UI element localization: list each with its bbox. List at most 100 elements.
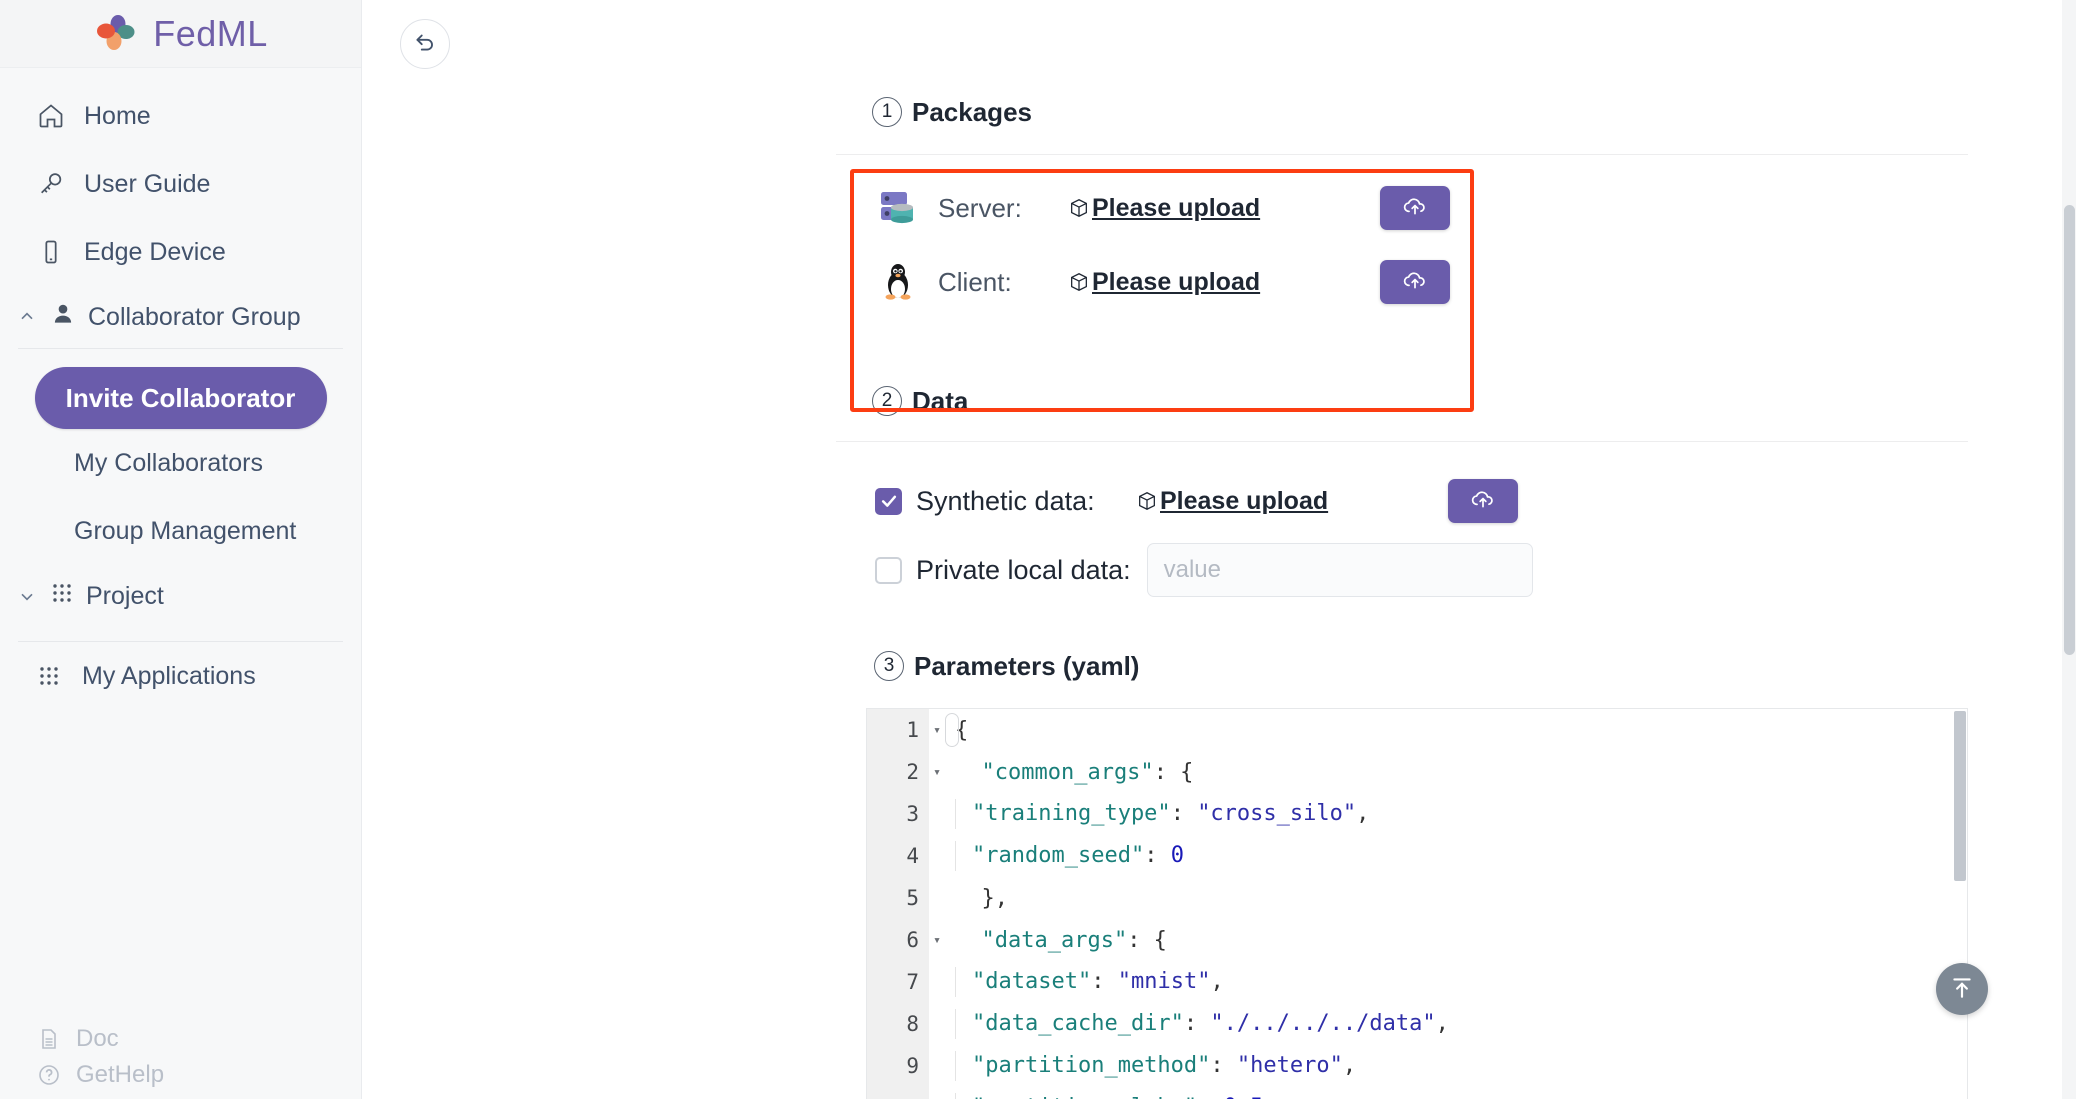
- sidebar-group-project[interactable]: Project: [0, 565, 361, 627]
- code-token: :: [1170, 801, 1198, 826]
- indent-guide: [955, 799, 956, 829]
- code-line: 2 ▾ "common_args": {: [867, 751, 1967, 793]
- sidebar-footer-label: GetHelp: [76, 1061, 165, 1088]
- code-token: :: [1210, 1053, 1237, 1078]
- yaml-code-editor[interactable]: 1 ▾{2 ▾ "common_args": {3 "training_type": …: [866, 708, 1968, 1099]
- synthetic-data-upload-link[interactable]: Please upload: [1136, 487, 1328, 516]
- sidebar-item-label: User Guide: [84, 169, 211, 198]
- editor-scrollbar-thumb[interactable]: [1954, 711, 1966, 881]
- section-header-packages: 1 Packages: [362, 88, 2076, 136]
- code-fold-toggle-icon[interactable]: ▾: [929, 933, 945, 948]
- sidebar-item-label: My Applications: [82, 661, 256, 690]
- indent-guide: [955, 967, 956, 997]
- code-line: 3 "training_type": "cross_silo",: [867, 793, 1967, 835]
- code-fold-toggle-icon[interactable]: ▾: [929, 765, 945, 780]
- code-token: "common_args": [955, 759, 1154, 785]
- code-token: 0: [1170, 843, 1184, 868]
- code-line: 7 "dataset": "mnist",: [867, 961, 1967, 1003]
- section-header-data: 2 Data: [362, 377, 2076, 425]
- sidebar-item-home[interactable]: Home: [0, 82, 361, 150]
- server-upload-button[interactable]: [1380, 186, 1451, 230]
- code-line: 5 },: [867, 877, 1967, 919]
- synthetic-data-label: Synthetic data:: [916, 485, 1095, 516]
- client-upload-link[interactable]: Please upload: [1068, 268, 1260, 297]
- code-line: 1 ▾{: [867, 709, 1967, 751]
- divider: [836, 441, 1968, 442]
- sidebar-footer-label: Doc: [76, 1025, 119, 1052]
- invite-collaborator-button[interactable]: Invite Collaborator: [34, 367, 327, 429]
- editor-scrollbar[interactable]: [1953, 709, 1967, 1099]
- cloud-upload-icon: [1402, 267, 1428, 298]
- code-line-text: "data_cache_dir": "./../../../data",: [945, 1009, 1449, 1039]
- package-box-icon: [1068, 271, 1090, 293]
- divider: [836, 154, 1968, 155]
- scroll-to-top-button[interactable]: [1936, 963, 1988, 1015]
- brand-header: FedML: [0, 0, 361, 68]
- code-line-number: 2: [906, 760, 919, 784]
- code-line-number: 9: [906, 1054, 919, 1078]
- page-scrollbar-thumb[interactable]: [2064, 205, 2075, 655]
- code-token: :: [1144, 843, 1171, 868]
- upload-link-text: Please upload: [1160, 486, 1329, 515]
- client-upload-button[interactable]: [1380, 260, 1451, 304]
- synthetic-data-upload-button[interactable]: [1448, 479, 1519, 523]
- private-local-data-input[interactable]: value: [1146, 543, 1533, 597]
- code-line-text: "partition_method": "hetero",: [945, 1051, 1356, 1081]
- code-line-text: "data_args": {: [945, 927, 1167, 953]
- sidebar-item-label: Home: [84, 101, 151, 130]
- main-content: 1 Packages Server: Please upload Client:…: [362, 0, 2076, 1099]
- sidebar-item-my-applications[interactable]: My Applications: [0, 642, 361, 710]
- upload-link-text: Please upload: [1092, 267, 1261, 296]
- code-line-text: },: [945, 886, 1008, 911]
- section-title: Parameters (yaml): [914, 650, 1140, 681]
- code-line-number: 4: [906, 844, 919, 868]
- scroll-to-top-icon: [1949, 974, 1975, 1005]
- section-title: Packages: [912, 96, 1032, 127]
- cloud-upload-icon: [1470, 486, 1496, 517]
- server-database-icon: [872, 187, 924, 229]
- editor-code-lines[interactable]: 1 ▾{2 ▾ "common_args": {3 "training_type": …: [867, 709, 1967, 1099]
- page-scrollbar[interactable]: [2062, 0, 2076, 1099]
- code-fold-toggle-icon[interactable]: ▾: [929, 723, 945, 738]
- step-number: 3: [874, 651, 904, 681]
- sidebar-footer-doc[interactable]: Doc: [36, 1021, 361, 1057]
- code-token: "partition_method": [972, 1053, 1211, 1078]
- step-number: 2: [872, 386, 902, 416]
- code-token: "random_seed": [972, 843, 1145, 868]
- sidebar-group-collaborator-group[interactable]: Collaborator Group: [0, 286, 361, 348]
- sidebar-item-edge-device[interactable]: Edge Device: [0, 218, 361, 286]
- server-upload-link[interactable]: Please upload: [1068, 194, 1260, 223]
- synthetic-data-checkbox[interactable]: [875, 487, 902, 515]
- code-line-text: "common_args": {: [945, 760, 1193, 785]
- grid-dots-icon: [34, 661, 64, 691]
- sidebar-item-group-management[interactable]: Group Management: [0, 497, 361, 565]
- code-token: : {: [1153, 759, 1194, 785]
- code-token: "data_args": [955, 927, 1128, 953]
- private-local-data-checkbox[interactable]: [875, 556, 902, 584]
- undo-arrow-icon: [412, 29, 438, 60]
- code-line-text: "training_type": "cross_silo",: [945, 799, 1369, 829]
- code-token: "cross_silo": [1197, 801, 1357, 826]
- sidebar-item-label: Edge Device: [84, 237, 226, 266]
- fedml-logo-icon: [93, 11, 139, 57]
- package-row-label: Server:: [938, 192, 1022, 223]
- sidebar-item-my-collaborators[interactable]: My Collaborators: [0, 429, 361, 497]
- sidebar-footer-gethelp[interactable]: GetHelp: [36, 1057, 361, 1093]
- code-token: 0.5: [1224, 1095, 1264, 1099]
- linux-penguin-icon: [872, 261, 924, 303]
- private-local-data-row: Private local data: value: [362, 538, 2076, 602]
- grid-dots-icon: [50, 581, 74, 612]
- code-token: : {: [1127, 927, 1167, 953]
- user-icon: [50, 301, 76, 334]
- topbar: [362, 0, 2076, 88]
- sidebar: FedML Home User Guide Edge Device Collab…: [0, 0, 362, 1099]
- back-button[interactable]: [400, 19, 450, 69]
- editor-cursor: [945, 713, 959, 747]
- key-icon: [36, 169, 66, 199]
- code-token: "training_type": [972, 801, 1171, 826]
- form-content: 1 Packages Server: Please upload Client:…: [362, 88, 2076, 1099]
- sidebar-footer: Doc GetHelp: [0, 1021, 361, 1093]
- code-token: "./../../../data": [1210, 1011, 1436, 1036]
- code-line: 9 "partition_method": "hetero",: [867, 1045, 1967, 1087]
- sidebar-item-user-guide[interactable]: User Guide: [0, 150, 361, 218]
